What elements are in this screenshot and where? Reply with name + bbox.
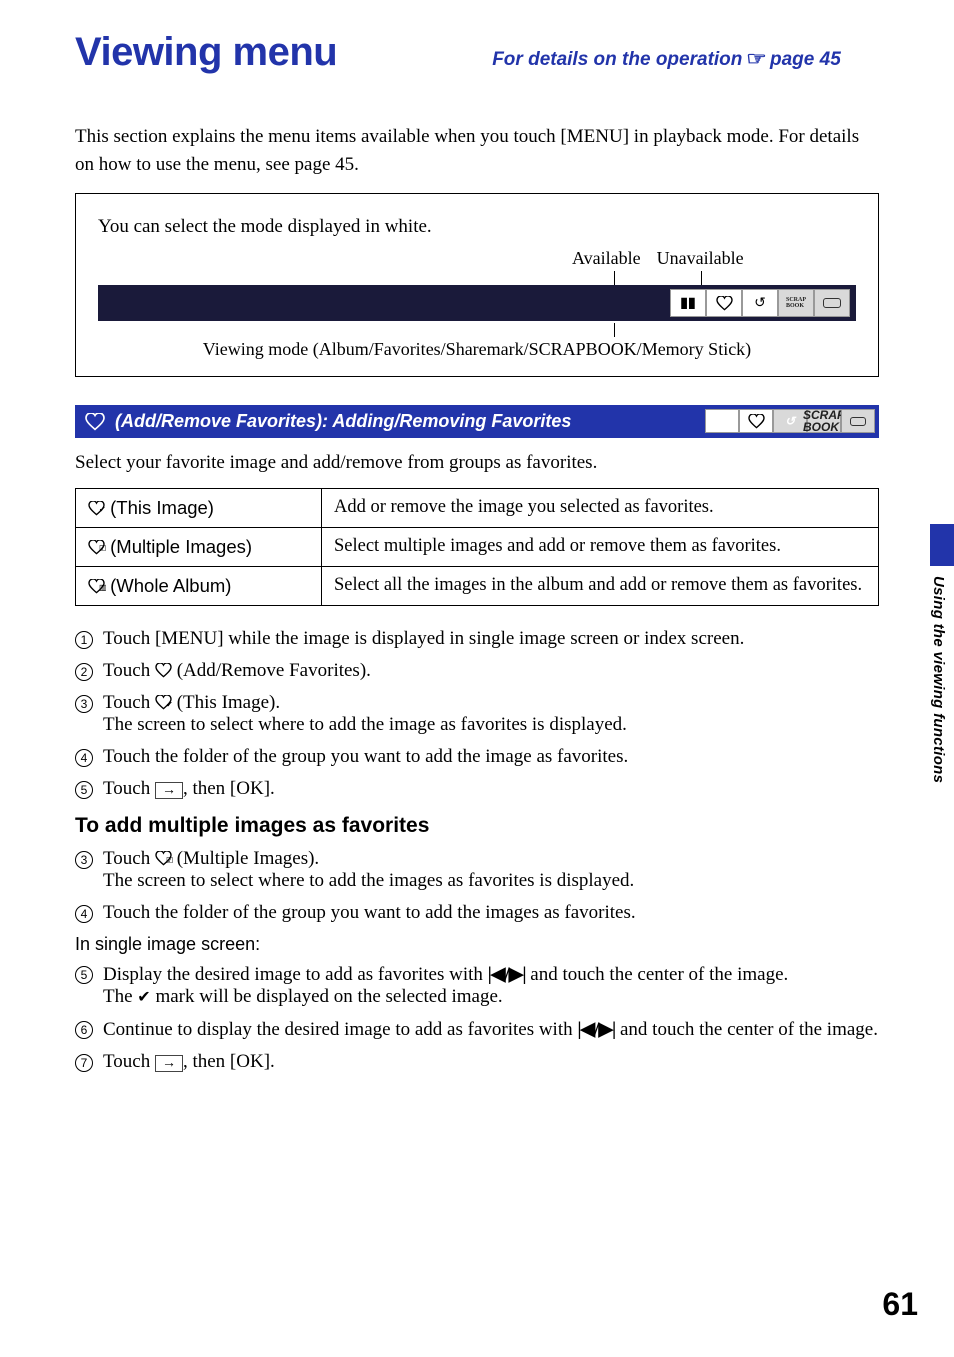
pointer-icon: ☞ [746, 48, 766, 71]
album-icon: ▮▮ [670, 289, 706, 317]
step-num: 4 [75, 749, 93, 767]
single-screen-label: In single image screen: [75, 934, 879, 955]
check-icon: ✔ [137, 989, 150, 1006]
heart-this-icon: ✔ [155, 692, 172, 714]
list-item: 2Touch (Add/Remove Favorites). [75, 660, 879, 682]
memory-stick-icon [841, 409, 875, 433]
heart-this-icon: ✔ [88, 497, 105, 519]
heart-album-icon: ▥ [88, 575, 105, 597]
list-item: 4 Touch the folder of the group you want … [75, 902, 879, 924]
arrow-right-icon: → [155, 782, 183, 799]
page-number: 61 [882, 1286, 918, 1323]
list-item: 1 Touch [MENU] while the image is display… [75, 628, 879, 650]
subtitle-suffix: page 45 [765, 49, 841, 70]
prev-next-icon: |◀/▶| [488, 964, 526, 985]
list-item: 3Touch ✔ (This Image).The screen to sele… [75, 692, 879, 736]
sharemark-icon: ↺ [773, 409, 807, 433]
row-desc: Select all the images in the album and a… [322, 567, 879, 606]
heart-icon [85, 413, 105, 431]
page-header: Viewing menu For details on the operatio… [75, 30, 879, 75]
heart-multi-icon: ☑ [155, 848, 172, 870]
side-label: Using the viewing functions [930, 576, 947, 783]
memory-stick-icon [814, 289, 850, 317]
intro-text: This section explains the menu items ava… [75, 123, 879, 178]
availability-labels: Available Unavailable [572, 248, 856, 269]
section-title: (Add/Remove Favorites): Adding/Removing … [115, 411, 571, 432]
favorites-option-table: ✔ (This Image) Add or remove the image y… [75, 488, 879, 606]
step-text: Touch the folder of the group you want t… [103, 902, 879, 924]
row-label: (Whole Album) [105, 575, 231, 596]
table-row: ✔ (This Image) Add or remove the image y… [76, 489, 879, 528]
mode-icons-strip: ▮▮ ↺ SCRAPBOOK [670, 289, 850, 317]
step-num: 7 [75, 1054, 93, 1072]
row-label: (This Image) [105, 497, 214, 518]
sharemark-icon: ↺ [742, 289, 778, 317]
list-item: 5Display the desired image to add as fav… [75, 963, 879, 1008]
section-mode-strip: ▮▮ ↺ SCRAPBOOK [705, 409, 875, 433]
section-lead: Select your favorite image and add/remov… [75, 452, 879, 474]
row-desc: Select multiple images and add or remove… [322, 528, 879, 567]
step-sub: The screen to select where to add the im… [103, 870, 634, 891]
step-sub: The screen to select where to add the im… [103, 714, 627, 735]
label-available: Available [572, 248, 641, 269]
step-num: 1 [75, 631, 93, 649]
favorites-icon [706, 289, 742, 317]
steps-multi: 3Touch ☑ (Multiple Images).The screen to… [75, 848, 879, 924]
heart-multi-icon: ☑ [88, 536, 105, 558]
viewing-mode-box: You can select the mode displayed in whi… [75, 193, 879, 377]
arrow-right-icon: → [155, 1055, 183, 1072]
side-tab-marker [930, 524, 954, 566]
step-num: 5 [75, 966, 93, 984]
step-num: 3 [75, 851, 93, 869]
mode-bar: ▮▮ ↺ SCRAPBOOK [98, 285, 856, 321]
prev-next-icon: |◀/▶| [577, 1019, 615, 1040]
row-desc: Add or remove the image you selected as … [322, 489, 879, 528]
mode-caption: Viewing mode (Album/Favorites/Sharemark/… [98, 339, 856, 360]
step-text: Touch the folder of the group you want t… [103, 746, 879, 768]
page-title: Viewing menu [75, 30, 337, 75]
scrapbook-icon: SCRAPBOOK [807, 409, 841, 433]
step-num: 6 [75, 1021, 93, 1039]
step-text: Touch [MENU] while the image is displaye… [103, 628, 879, 650]
section-heading: (Add/Remove Favorites): Adding/Removing … [75, 405, 879, 438]
step-num: 3 [75, 695, 93, 713]
subtitle-prefix: For details on the operation [492, 49, 747, 70]
steps-main: 1 Touch [MENU] while the image is display… [75, 628, 879, 800]
multi-images-heading: To add multiple images as favorites [75, 814, 879, 838]
step-num: 2 [75, 663, 93, 681]
heart-icon [155, 663, 172, 678]
list-item: 7Touch →, then [OK]. [75, 1051, 879, 1073]
step-num: 5 [75, 781, 93, 799]
favorites-icon [739, 409, 773, 433]
side-tab: Using the viewing functions [930, 524, 954, 783]
label-unavailable: Unavailable [657, 248, 744, 269]
steps-single: 5Display the desired image to add as fav… [75, 963, 879, 1073]
table-row: ▥ (Whole Album) Select all the images in… [76, 567, 879, 606]
scrapbook-icon: SCRAPBOOK [778, 289, 814, 317]
row-label: (Multiple Images) [105, 536, 252, 557]
album-icon: ▮▮ [705, 409, 739, 433]
step-num: 4 [75, 905, 93, 923]
page-subtitle: For details on the operation ☞ page 45 [492, 48, 841, 71]
list-item: 3Touch ☑ (Multiple Images).The screen to… [75, 848, 879, 892]
mode-note: You can select the mode displayed in whi… [98, 216, 856, 238]
list-item: 5Touch →, then [OK]. [75, 778, 879, 800]
list-item: 6Continue to display the desired image t… [75, 1018, 879, 1041]
table-row: ☑ (Multiple Images) Select multiple imag… [76, 528, 879, 567]
list-item: 4 Touch the folder of the group you want … [75, 746, 879, 768]
